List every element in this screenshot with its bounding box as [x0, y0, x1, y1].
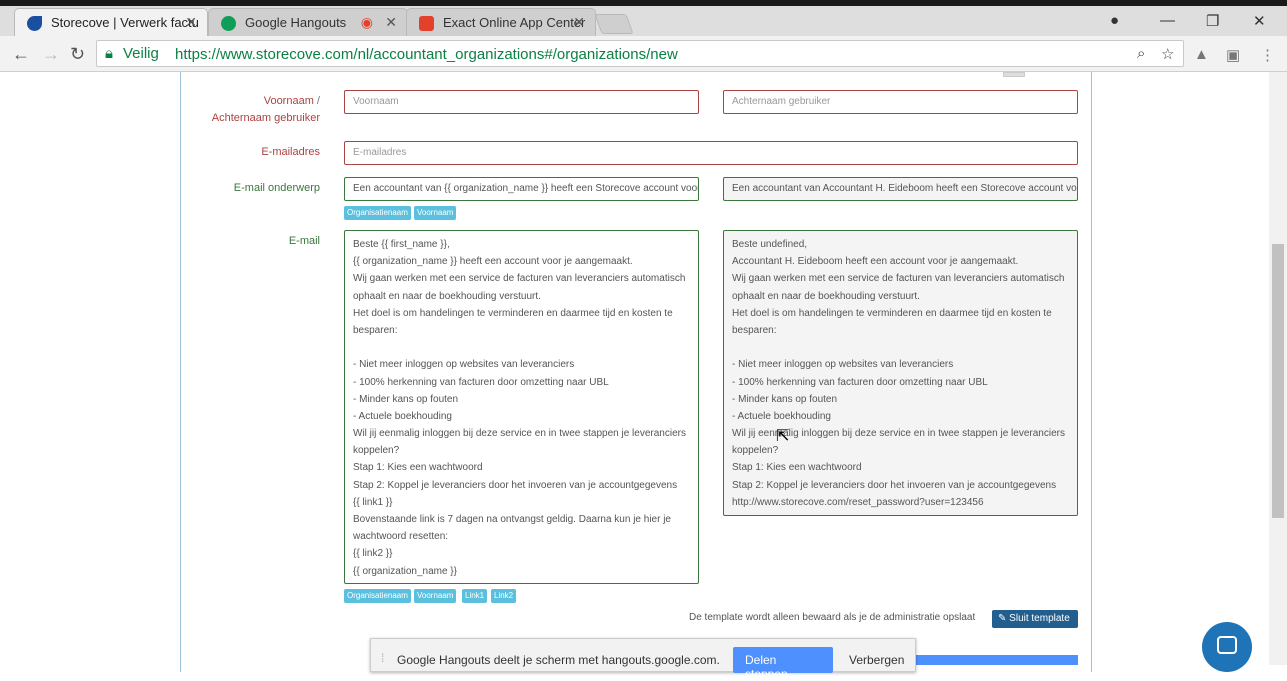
- close-tab-icon[interactable]: ✕: [185, 14, 197, 31]
- bookmark-star-icon[interactable]: ☆: [1161, 45, 1174, 63]
- browser-toolbar: ← → ↻ 🔒︎ Veilig https://www.storecove.co…: [0, 36, 1287, 72]
- save-button-partial[interactable]: [916, 655, 1078, 665]
- top-control[interactable]: [1003, 72, 1025, 77]
- body-line: Het doel is om handelingen te vermindere…: [353, 307, 673, 319]
- last-name-input[interactable]: Achternaam gebruiker: [723, 90, 1078, 114]
- email-body-template-textarea[interactable]: Beste {{ first_name }}, {{ organization_n…: [344, 230, 699, 584]
- body-line: Beste undefined,: [732, 239, 808, 250]
- extension-icon[interactable]: ▣: [1226, 46, 1240, 64]
- body-line: - 100% herkenning van facturen door omze…: [353, 376, 609, 388]
- tab-exact-online[interactable]: Exact Online App Center ✕: [406, 8, 596, 36]
- body-label: E-mail: [288, 235, 320, 247]
- body-line: - Niet meer inloggen op websites van lev…: [732, 359, 954, 371]
- body-line: - Minder kans op fouten: [732, 393, 838, 405]
- scrollbar-thumb[interactable]: [1272, 244, 1284, 518]
- subject-preview-field: Een accountant van Accountant H. Eideboo…: [723, 177, 1078, 201]
- body-line: {{ link1 }}: [353, 496, 393, 508]
- body-line: - Actuele boekhouding: [353, 410, 452, 422]
- back-arrow-icon[interactable]: ←: [12, 44, 30, 65]
- tab-title: Storecove | Verwerk factu: [51, 15, 199, 30]
- body-line: Beste {{ first_name }},: [353, 239, 450, 250]
- browser-tab-bar: Storecove | Verwerk factu ✕ Google Hango…: [0, 6, 1287, 36]
- body-line: {{ link2 }}: [353, 548, 393, 560]
- body-line: besparen:: [353, 324, 398, 336]
- tag-organisatienaam[interactable]: Organisatienaam: [344, 589, 411, 603]
- extension-drive-icon[interactable]: ▲: [1194, 46, 1209, 63]
- body-line: koppelen?: [353, 445, 400, 457]
- body-line: Stap 2: Koppel je leveranciers door het …: [353, 479, 678, 491]
- subject-label: E-mail onderwerp: [233, 182, 320, 194]
- tag-voornaam[interactable]: Voornaam: [414, 206, 457, 220]
- body-line: Stap 2: Koppel je leveranciers door het …: [732, 479, 1057, 491]
- stop-sharing-button[interactable]: Delen stoppen: [733, 647, 833, 681]
- close-tab-icon[interactable]: ✕: [385, 14, 397, 31]
- profile-icon[interactable]: ●: [1110, 12, 1119, 29]
- close-tab-icon[interactable]: ✕: [573, 14, 585, 31]
- body-line: ophaalt en naar de boekhouding verstuurt…: [732, 290, 920, 302]
- minimize-icon[interactable]: —: [1160, 12, 1175, 29]
- page-scrollbar[interactable]: [1269, 72, 1287, 665]
- tag-link1[interactable]: Link1: [462, 589, 488, 603]
- reload-icon[interactable]: ↻: [70, 44, 85, 65]
- tag-link2[interactable]: Link2: [491, 589, 517, 603]
- close-template-button[interactable]: ✎ Sluit template: [992, 610, 1078, 628]
- body-line: Stap 1: Kies een wachtwoord: [732, 462, 862, 474]
- tab-google-hangouts[interactable]: Google Hangouts ◉ ✕: [208, 8, 408, 36]
- name-label: Voornaam / Achternaam gebruiker: [211, 95, 320, 124]
- tab-title: Google Hangouts: [245, 15, 347, 30]
- secure-label: Veilig: [123, 45, 159, 62]
- forward-arrow-icon[interactable]: →: [42, 44, 60, 65]
- body-line: Bovenstaande link is 7 dagen na ontvangs…: [353, 514, 671, 525]
- url-text: https://www.storecove.com/nl/accountant_…: [175, 46, 678, 63]
- storecove-favicon-icon: [27, 16, 42, 31]
- drag-handle-icon[interactable]: ⁞: [381, 651, 384, 665]
- chat-icon: [1217, 636, 1237, 654]
- email-input[interactable]: E-mailadres: [344, 141, 1078, 165]
- tag-organisatienaam[interactable]: Organisatienaam: [344, 206, 411, 220]
- address-bar[interactable]: 🔒︎ Veilig https://www.storecove.com/nl/a…: [96, 40, 1184, 67]
- first-name-input[interactable]: Voornaam: [344, 90, 699, 114]
- exact-favicon-icon: [419, 16, 434, 31]
- body-line: - 100% herkenning van facturen door omze…: [732, 376, 988, 388]
- body-line: Wij gaan werken met een service de factu…: [732, 273, 1065, 285]
- body-line: besparen:: [732, 324, 777, 336]
- email-label: E-mailadres: [261, 146, 320, 158]
- screen-share-notification-bar: ⁞ Google Hangouts deelt je scherm met ha…: [370, 638, 916, 681]
- body-line: Het doel is om handelingen te vermindere…: [732, 307, 1052, 319]
- body-line: Stap 1: Kies een wachtwoord: [353, 462, 483, 474]
- body-line: - Niet meer inloggen op websites van lev…: [353, 359, 575, 371]
- body-line: [732, 339, 1069, 356]
- hangouts-favicon-icon: [221, 16, 236, 31]
- body-line: http://www.storecove.com/reset_password?…: [732, 496, 984, 508]
- body-line: - Actuele boekhouding: [732, 410, 831, 422]
- body-line: Wil jij eenmalig inloggen bij deze servi…: [353, 428, 686, 440]
- zoom-icon[interactable]: ⌕: [1137, 45, 1145, 62]
- lock-icon: 🔒︎: [105, 45, 113, 62]
- body-line: Accountant H. Eideboom heeft een account…: [732, 256, 1019, 268]
- subject-template-input[interactable]: Een accountant van {{ organization_name …: [344, 177, 699, 201]
- body-line: wachtwoord resetten:: [353, 531, 449, 543]
- restore-icon[interactable]: ❐: [1206, 12, 1219, 30]
- tab-storecove[interactable]: Storecove | Verwerk factu ✕: [14, 8, 208, 36]
- menu-icon[interactable]: ⋮: [1260, 46, 1275, 64]
- body-line: {{ organization_name }}: [353, 565, 457, 577]
- body-line: - Minder kans op fouten: [353, 393, 459, 405]
- template-note: De template wordt alleen bewaard als je …: [689, 612, 976, 623]
- body-line: {{ organization_name }} heeft een accoun…: [353, 256, 633, 268]
- mouse-cursor-icon: ⇱: [776, 428, 790, 445]
- body-line: Wij gaan werken met een service de factu…: [353, 273, 686, 285]
- new-tab-button[interactable]: [594, 14, 634, 34]
- edit-icon: ✎: [998, 613, 1010, 624]
- body-line: [353, 339, 690, 356]
- tag-voornaam[interactable]: Voornaam: [414, 589, 457, 603]
- close-window-icon[interactable]: ✕: [1253, 12, 1266, 30]
- tab-title: Exact Online App Center: [443, 15, 586, 30]
- body-line: ophaalt en naar de boekhouding verstuurt…: [353, 290, 541, 302]
- email-body-preview: Beste undefined, Accountant H. Eideboom h…: [723, 230, 1078, 516]
- page-content: Voornaam / Achternaam gebruiker Voornaam…: [0, 72, 1269, 681]
- recording-icon: ◉: [360, 14, 373, 30]
